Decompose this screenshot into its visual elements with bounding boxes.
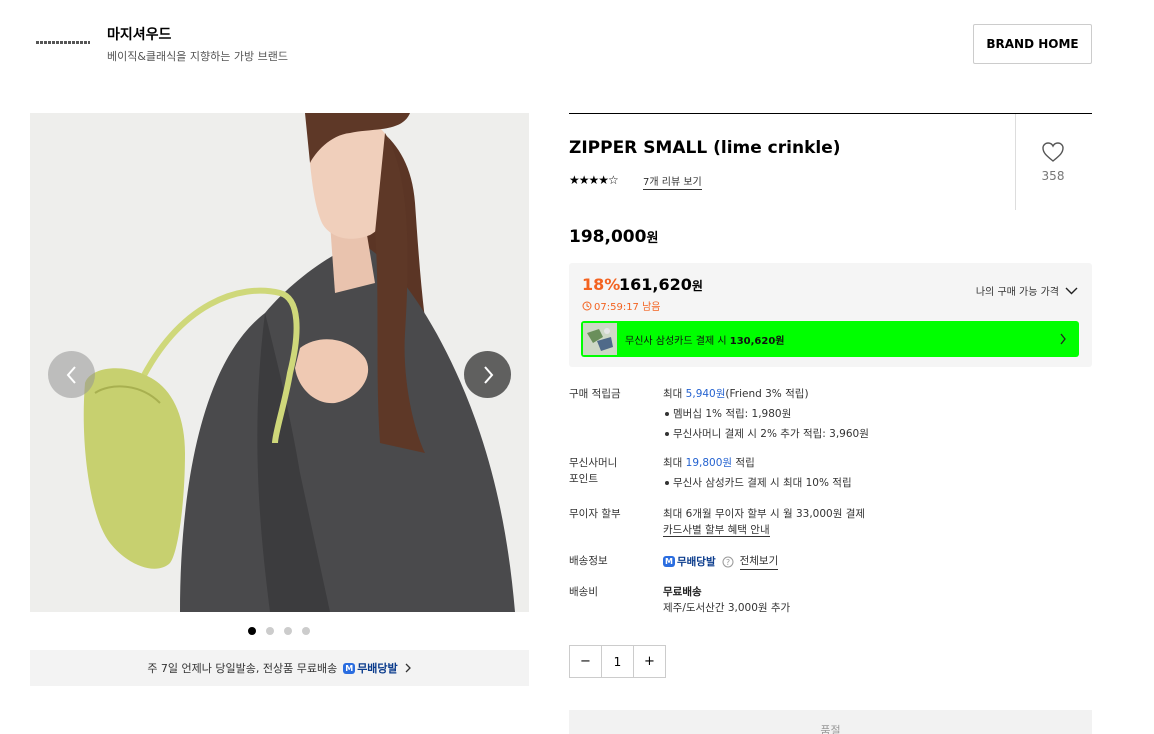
delivery-view-all-link[interactable]: 전체보기 xyxy=(739,553,779,570)
review-link[interactable]: 7개 리뷰 보기 xyxy=(643,173,702,190)
shipping-promo-bar[interactable]: 주 7일 언제나 당일발송, 전상품 무료배송 M 무배당발 xyxy=(30,650,529,686)
shipping-promo-text: 주 7일 언제나 당일발송, 전상품 무료배송 xyxy=(147,662,338,675)
brand-home-button[interactable]: BRAND HOME xyxy=(973,24,1092,64)
card-promo-price: 130,620원 xyxy=(729,335,785,347)
shipping-fee-row: 배송비 무료배송 제주/도서산간 3,000원 추가 xyxy=(569,584,1092,618)
purchase-points-value: 최대 5,940원(Friend 3% 적립) 멤버십 1% 적립: 1,980… xyxy=(663,386,1093,442)
brand-description: 베이직&클래식을 지향하는 가방 브랜드 xyxy=(107,50,288,63)
product-image xyxy=(30,113,529,612)
musinsa-delivery-icon: M xyxy=(343,662,356,674)
svg-text:?: ? xyxy=(725,558,729,567)
brand-logo[interactable] xyxy=(36,38,90,46)
chevron-right-icon xyxy=(1060,333,1066,345)
my-price-label: 나의 구매 가능 가격 xyxy=(975,287,1059,298)
musinsa-money-label-line1: 무신사머니 xyxy=(569,457,618,469)
money-item: 무신사 삼성카드 결제 시 최대 10% 적립 xyxy=(663,475,1093,491)
shipping-fee-value: 무료배송 제주/도서산간 3,000원 추가 xyxy=(663,584,1093,616)
top-divider xyxy=(569,113,1092,114)
quantity-minus-button[interactable]: − xyxy=(570,646,601,677)
installment-link[interactable]: 카드사별 할부 혜택 안내 xyxy=(663,524,770,537)
sold-out-button[interactable]: 품절 xyxy=(569,710,1092,734)
heart-icon[interactable] xyxy=(1041,141,1065,163)
my-price-toggle[interactable]: 나의 구매 가능 가격 xyxy=(976,283,1078,298)
shipping-fee-text: 무료배송 xyxy=(663,586,702,598)
quantity-plus-button[interactable]: + xyxy=(634,646,665,677)
installment-value: 최대 6개월 무이자 할부 시 월 33,000원 결제 카드사별 할부 혜택 … xyxy=(663,506,1093,538)
musinsa-delivery-icon: M xyxy=(663,556,675,567)
chevron-right-icon xyxy=(483,365,493,384)
card-promo-text: 무신사 삼성카드 결제 시 130,620원 xyxy=(625,332,784,347)
installment-text: 최대 6개월 무이자 할부 시 월 33,000원 결제 xyxy=(663,508,866,520)
rating-stars: ★★★★☆ xyxy=(569,173,619,187)
musinsa-money-label: 무신사머니 포인트 xyxy=(569,455,649,487)
money-amount: 19,800원 xyxy=(685,457,733,469)
card-thumbnail xyxy=(583,323,617,355)
quantity-value[interactable]: 1 xyxy=(601,646,634,677)
currency-unit: 원 xyxy=(646,231,659,246)
like-divider xyxy=(1015,114,1016,210)
discount-rate: 18% xyxy=(582,275,621,294)
musinsa-money-row: 무신사머니 포인트 최대 19,800원 적립 무신사 삼성카드 결제 시 최대… xyxy=(569,455,1092,495)
points-item: 멤버십 1% 적립: 1,980원 xyxy=(663,406,1093,422)
points-suffix: (Friend 3% 적립) xyxy=(725,388,809,400)
card-promo-banner[interactable]: 무신사 삼성카드 결제 시 130,620원 xyxy=(581,321,1079,357)
gallery-dot[interactable] xyxy=(302,627,310,635)
installment-label: 무이자 할부 xyxy=(569,508,621,520)
chevron-right-icon xyxy=(405,663,411,673)
chevron-down-icon xyxy=(1065,287,1078,294)
original-price-value: 198,000 xyxy=(569,227,647,247)
price-box: 18% 161,620원 07:59:17 남음 나의 구매 가능 가격 무신사… xyxy=(569,263,1092,367)
points-item: 무신사머니 결제 시 2% 추가 적립: 3,960원 xyxy=(663,426,1093,442)
points-amount: 5,940원 xyxy=(685,388,726,400)
help-icon[interactable]: ? xyxy=(722,556,734,568)
money-suffix: 적립 xyxy=(735,457,755,469)
quantity-stepper: − 1 + xyxy=(569,645,666,678)
points-prefix: 최대 xyxy=(663,388,683,400)
sale-price-value: 161,620 xyxy=(619,275,692,294)
clock-icon xyxy=(582,301,592,310)
delivery-info-row: 배송정보 M 무배당발 ? 전체보기 xyxy=(569,553,1092,571)
purchase-points-label: 구매 적립금 xyxy=(569,388,621,400)
sale-timer: 07:59:17 남음 xyxy=(582,298,661,313)
musinsa-money-label-line2: 포인트 xyxy=(569,473,598,485)
product-title: ZIPPER SMALL (lime crinkle) xyxy=(569,138,841,158)
sale-price: 161,620원 xyxy=(619,275,703,294)
free-delivery-badge: M 무배당발 xyxy=(343,660,398,676)
card-promo-label: 무신사 삼성카드 결제 시 xyxy=(625,335,727,347)
chevron-left-icon xyxy=(66,365,76,384)
money-prefix: 최대 xyxy=(663,457,683,469)
shipping-fee-note: 제주/도서산간 3,000원 추가 xyxy=(663,602,791,614)
delivery-info-value: M 무배당발 ? 전체보기 xyxy=(663,553,1093,570)
shipping-fee-label: 배송비 xyxy=(569,586,598,598)
original-price: 198,000원 xyxy=(569,227,658,247)
free-delivery-badge-label: 무배당발 xyxy=(676,555,716,568)
gallery-dot[interactable] xyxy=(248,627,256,635)
purchase-points-row: 구매 적립금 최대 5,940원(Friend 3% 적립) 멤버십 1% 적립… xyxy=(569,386,1092,446)
gallery-dot[interactable] xyxy=(284,627,292,635)
brand-name[interactable]: 마지셔우드 xyxy=(107,24,171,44)
free-delivery-badge-label: 무배당발 xyxy=(357,662,398,675)
gallery-next-button[interactable] xyxy=(464,351,511,398)
sale-timer-text: 07:59:17 남음 xyxy=(594,302,661,313)
gallery-prev-button[interactable] xyxy=(48,351,95,398)
installment-row: 무이자 할부 최대 6개월 무이자 할부 시 월 33,000원 결제 카드사별… xyxy=(569,506,1092,542)
musinsa-money-value: 최대 19,800원 적립 무신사 삼성카드 결제 시 최대 10% 적립 xyxy=(663,455,1093,491)
delivery-info-label: 배송정보 xyxy=(569,555,608,567)
gallery-dot[interactable] xyxy=(266,627,274,635)
currency-unit: 원 xyxy=(691,279,703,293)
like-count: 358 xyxy=(1041,169,1065,183)
gallery-pagination xyxy=(248,627,310,635)
free-delivery-badge: M 무배당발 xyxy=(663,554,716,570)
